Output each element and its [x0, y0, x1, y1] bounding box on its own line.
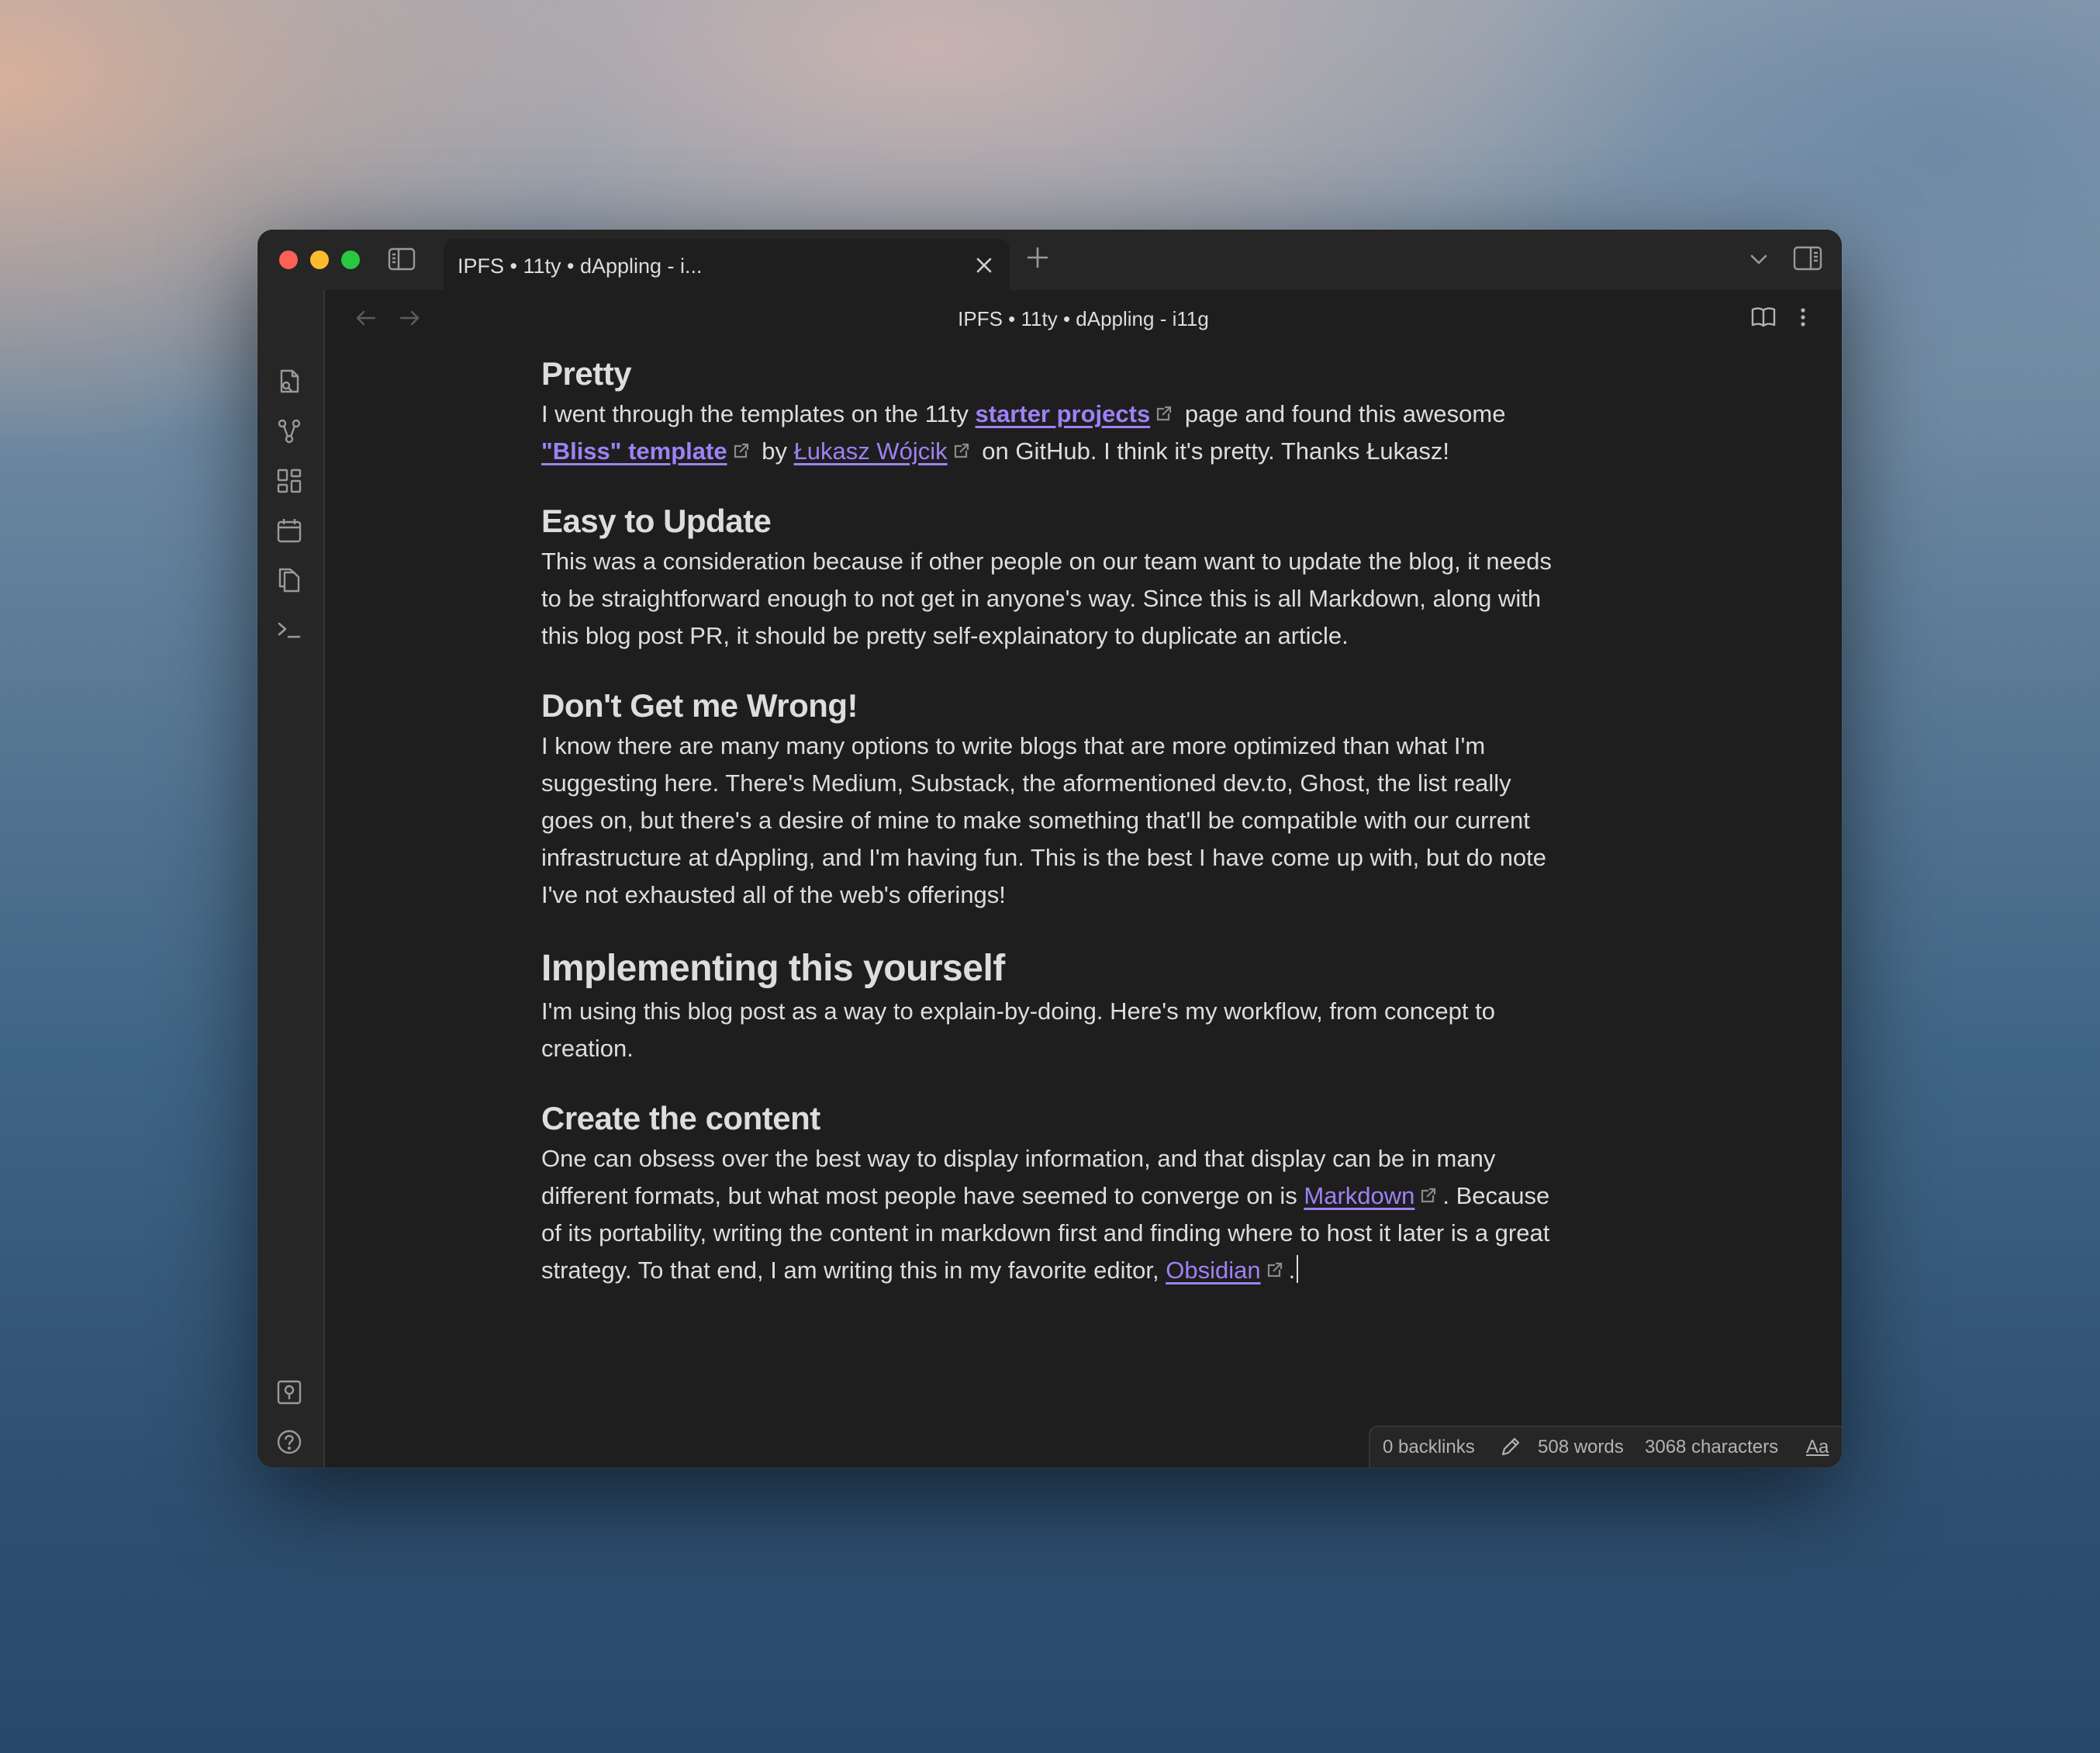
vault-switcher-icon[interactable]	[275, 1378, 303, 1410]
help-icon[interactable]	[275, 1428, 303, 1460]
heading-create-content: Create the content	[541, 1100, 820, 1136]
text: to be straightforward enough to not get …	[541, 585, 1542, 612]
text: I went through the templates on the 11ty	[541, 400, 976, 427]
text: I've not exhausted all of the web's offe…	[541, 881, 1006, 908]
minimize-window-button[interactable]	[310, 251, 329, 269]
daily-notes-icon[interactable]	[275, 517, 303, 548]
title-bar: IPFS • 11ty • dAppling - i...	[257, 230, 1842, 290]
new-tab-icon[interactable]	[1025, 245, 1050, 274]
view-header: IPFS • 11ty • dAppling - i11g	[325, 290, 1842, 344]
status-bar: 0 backlinks 508 words 3068 characters Aa	[1369, 1426, 1842, 1468]
text: I'm using this blog post as a way to exp…	[541, 998, 1495, 1025]
text: page and found this awesome	[1178, 400, 1506, 427]
link-obsidian[interactable]: Obsidian	[1166, 1257, 1260, 1284]
text: of its portability, writing the content …	[541, 1219, 1550, 1246]
text: This was a consideration because if othe…	[541, 548, 1552, 575]
paragraph-implementing: I'm using this blog post as a way to exp…	[541, 993, 1642, 1067]
paragraph-dont-get-me-wrong: I know there are many many options to wr…	[541, 728, 1642, 914]
font-toggle[interactable]: Aa	[1806, 1437, 1829, 1458]
book-open-icon[interactable]	[1750, 306, 1777, 333]
graph-view-icon[interactable]	[275, 417, 303, 449]
app-window: IPFS • 11ty • dAppling - i... IPFS • 11t…	[257, 230, 1842, 1468]
external-link-icon	[1267, 1262, 1282, 1278]
close-window-button[interactable]	[279, 251, 298, 269]
chevron-down-icon[interactable]	[1748, 248, 1770, 274]
link-starter-projects[interactable]: starter projects	[976, 400, 1151, 427]
text: strategy. To that end, I am writing this…	[541, 1257, 1166, 1284]
heading-dont-get-me-wrong: Don't Get me Wrong!	[541, 687, 858, 724]
open-quick-switcher-icon[interactable]	[275, 368, 303, 399]
left-sidebar-toggle-icon[interactable]	[388, 247, 416, 275]
backlinks-count[interactable]: 0 backlinks	[1383, 1437, 1475, 1458]
zoom-window-button[interactable]	[341, 251, 360, 269]
pencil-icon[interactable]	[1499, 1435, 1522, 1464]
link-markdown[interactable]: Markdown	[1304, 1182, 1414, 1209]
text: One can obsess over the best way to disp…	[541, 1145, 1496, 1172]
text: different formats, but what most people …	[541, 1182, 1304, 1209]
more-options-icon[interactable]	[1797, 306, 1809, 333]
text: this blog post PR, it should be pretty s…	[541, 622, 1349, 649]
note-title[interactable]: IPFS • 11ty • dAppling - i11g	[325, 307, 1842, 331]
text: goes on, but there's a desire of mine to…	[541, 807, 1530, 834]
text: .	[1288, 1257, 1296, 1284]
text: suggesting here. There's Medium, Substac…	[541, 769, 1511, 797]
link-bliss-template[interactable]: "Bliss" template	[541, 437, 727, 465]
link-lukasz-wojcik[interactable]: Łukasz Wójcik	[794, 437, 948, 465]
external-link-icon	[734, 443, 748, 458]
paragraph-easy-to-update: This was a consideration because if othe…	[541, 543, 1642, 655]
close-icon[interactable]	[975, 256, 993, 278]
command-palette-icon[interactable]	[275, 616, 303, 648]
tab-title: IPFS • 11ty • dAppling - i...	[458, 254, 703, 278]
external-link-icon	[954, 443, 969, 458]
character-count: 3068 characters	[1645, 1437, 1779, 1457]
right-sidebar-toggle-icon[interactable]	[1793, 245, 1822, 275]
word-count: 508 words	[1538, 1437, 1624, 1457]
text: infrastructure at dAppling, and I'm havi…	[541, 844, 1547, 871]
paragraph-pretty: I went through the templates on the 11ty…	[541, 396, 1642, 470]
heading-implementing: Implementing this yourself	[541, 948, 1005, 989]
paragraph-create-content: One can obsess over the best way to disp…	[541, 1140, 1642, 1289]
heading-pretty: Pretty	[541, 355, 632, 392]
left-ribbon	[257, 290, 325, 1468]
templates-icon[interactable]	[275, 566, 303, 598]
canvas-icon[interactable]	[275, 467, 303, 499]
text: by	[755, 437, 794, 465]
tab-active[interactable]: IPFS • 11ty • dAppling - i...	[444, 239, 1010, 290]
text: . Because	[1442, 1182, 1550, 1209]
external-link-icon	[1157, 406, 1172, 421]
text: on GitHub. I think it's pretty. Thanks Ł…	[975, 437, 1449, 465]
note-content[interactable]: Pretty I went through the templates on t…	[541, 344, 1642, 1289]
text-cursor	[1297, 1255, 1299, 1283]
external-link-icon	[1421, 1188, 1436, 1203]
text: I know there are many many options to wr…	[541, 732, 1486, 759]
heading-easy-to-update: Easy to Update	[541, 503, 772, 539]
text: creation.	[541, 1035, 634, 1062]
